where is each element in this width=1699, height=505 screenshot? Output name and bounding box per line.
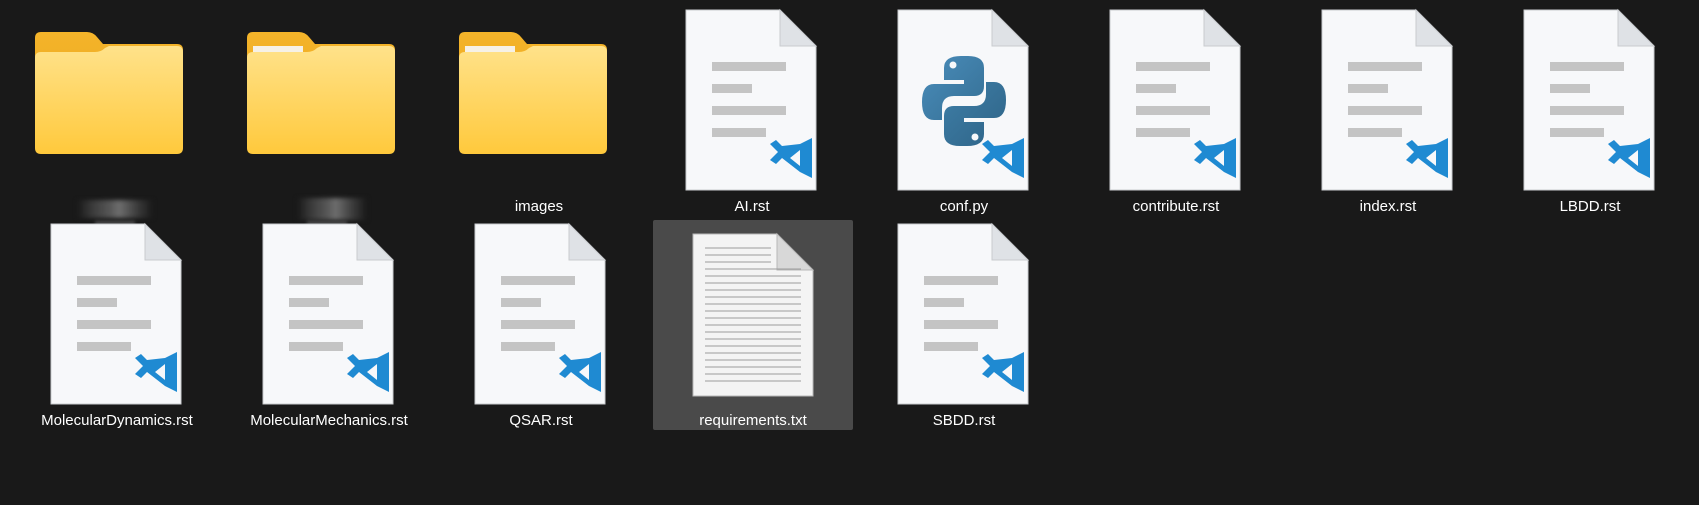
file-item-sbdd-rst[interactable]: SBDD.rst bbox=[864, 220, 1064, 430]
item-label: QSAR.rst bbox=[509, 412, 573, 429]
file-grid: images AI.rst conf.py contribute.rst ind… bbox=[0, 0, 1699, 505]
file-item-lbdd-rst[interactable]: LBDD.rst bbox=[1490, 6, 1690, 216]
vscode-document-icon bbox=[1321, 8, 1454, 191]
obscured-label bbox=[297, 198, 367, 220]
vscode-document-icon bbox=[1109, 8, 1242, 191]
item-label: index.rst bbox=[1359, 198, 1417, 215]
vscode-document-icon bbox=[50, 222, 183, 405]
file-item-requirements-txt[interactable]: requirements.txt bbox=[653, 220, 853, 430]
file-item-moleculardynamics-rst[interactable]: MolecularDynamics.rst bbox=[17, 220, 217, 430]
file-item-qsar-rst[interactable]: QSAR.rst bbox=[441, 220, 641, 430]
item-label: contribute.rst bbox=[1132, 198, 1220, 215]
file-item-molecularmechanics-rst[interactable]: MolecularMechanics.rst bbox=[229, 220, 429, 430]
folder-icon bbox=[459, 32, 607, 154]
vscode-document-icon bbox=[897, 222, 1030, 405]
item-label: SBDD.rst bbox=[932, 412, 996, 429]
file-item-index-rst[interactable]: index.rst bbox=[1288, 6, 1488, 216]
vscode-document-icon bbox=[685, 8, 818, 191]
obscured-label bbox=[77, 200, 153, 218]
python-file-icon bbox=[897, 8, 1030, 191]
item-label: conf.py bbox=[939, 198, 989, 215]
item-label: requirements.txt bbox=[699, 412, 807, 429]
text-document-icon bbox=[692, 232, 815, 397]
file-item-conf-py[interactable]: conf.py bbox=[864, 6, 1064, 216]
vscode-document-icon bbox=[474, 222, 607, 405]
folder-item-images[interactable]: images bbox=[439, 6, 639, 216]
folder-item[interactable] bbox=[227, 6, 427, 225]
vscode-document-icon bbox=[262, 222, 395, 405]
folder-icon bbox=[247, 32, 395, 154]
file-item-ai-rst[interactable]: AI.rst bbox=[652, 6, 852, 216]
vscode-document-icon bbox=[1523, 8, 1656, 191]
item-label: MolecularDynamics.rst bbox=[41, 412, 193, 429]
item-label: MolecularMechanics.rst bbox=[250, 412, 408, 429]
folder-icon bbox=[35, 32, 183, 154]
file-item-contribute-rst[interactable]: contribute.rst bbox=[1076, 6, 1276, 216]
folder-item[interactable] bbox=[15, 6, 215, 225]
item-label: AI.rst bbox=[734, 198, 770, 215]
item-label: images bbox=[514, 198, 564, 215]
item-label: LBDD.rst bbox=[1559, 198, 1621, 215]
